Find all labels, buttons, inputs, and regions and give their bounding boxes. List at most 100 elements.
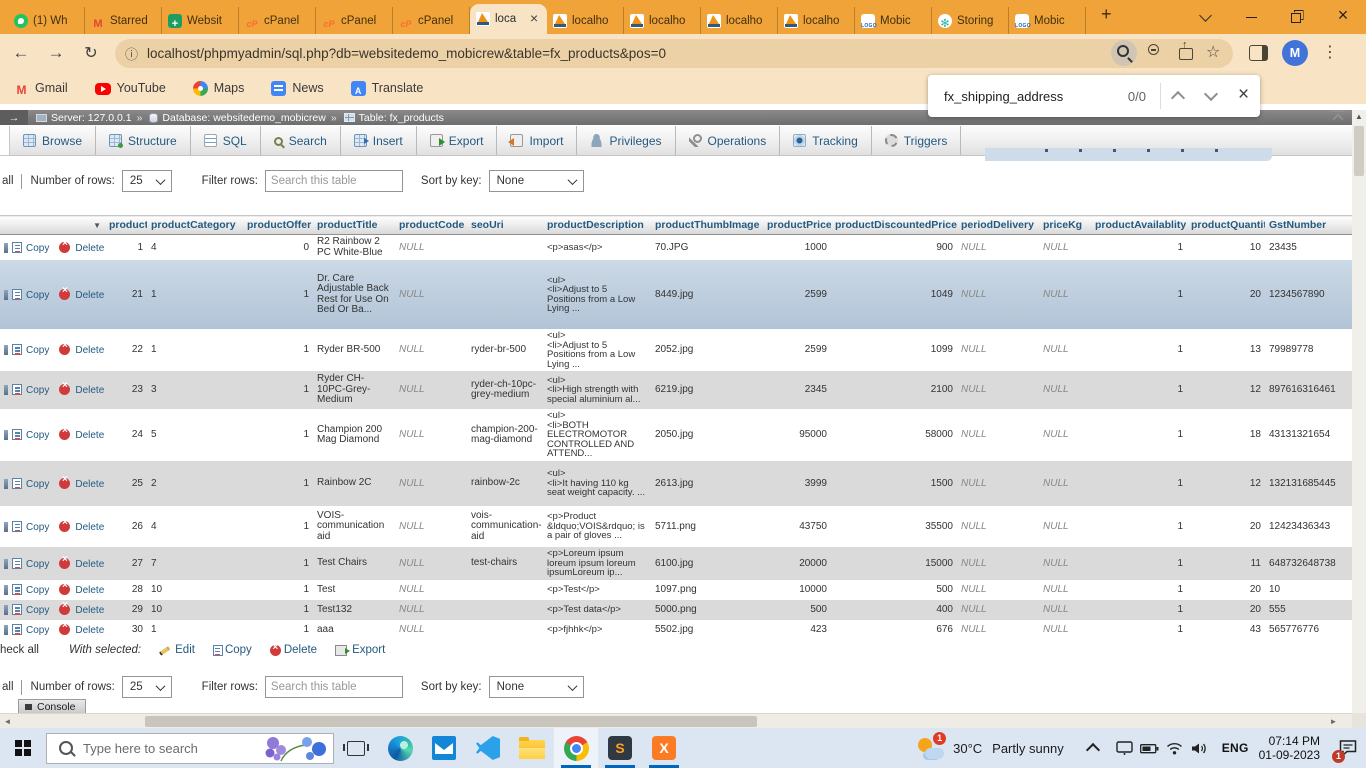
tab-close-icon[interactable] [528, 13, 541, 26]
taskbar-mail[interactable] [422, 728, 466, 768]
reload-button[interactable] [77, 39, 105, 67]
browser-tab[interactable]: localho [624, 7, 701, 34]
restore-button[interactable] [1274, 0, 1320, 34]
taskbar-sublime[interactable] [598, 728, 642, 768]
browser-tab[interactable]: localho [701, 7, 778, 34]
pma-tab-search[interactable]: Search [261, 126, 341, 155]
delete-selected-button[interactable]: Delete [270, 644, 317, 656]
pma-tab-tracking[interactable]: Tracking [780, 126, 872, 155]
filter-input[interactable] [265, 170, 403, 192]
column-header[interactable]: productDiscountedPrice [831, 216, 957, 235]
breadcrumb-server[interactable]: Server: 127.0.0.1 [51, 112, 132, 124]
delete-link[interactable]: Delete [75, 625, 104, 636]
vertical-scroll-thumb[interactable] [1354, 126, 1364, 176]
minimize-button[interactable] [1228, 0, 1274, 34]
pma-tab-privileges[interactable]: Privileges [577, 126, 675, 155]
horizontal-scroll-thumb[interactable] [145, 716, 757, 727]
browser-tab[interactable]: Starred [85, 7, 162, 34]
taskbar-chrome[interactable] [554, 728, 598, 768]
cast-icon[interactable] [1112, 728, 1137, 768]
delete-link[interactable]: Delete [75, 290, 104, 301]
column-header[interactable]: seoUri [467, 216, 543, 235]
copy-link[interactable]: Copy [26, 345, 49, 356]
bookmark-item[interactable]: YouTube [95, 81, 166, 95]
bookmark-item[interactable]: Translate [351, 81, 424, 96]
taskbar-edge[interactable] [378, 728, 422, 768]
volume-icon[interactable] [1187, 728, 1212, 768]
delete-link[interactable]: Delete [75, 243, 104, 254]
pma-tab-sql[interactable]: SQL [191, 126, 261, 155]
tray-expand-icon[interactable] [1086, 742, 1100, 756]
browser-tab[interactable]: cPanel [393, 7, 470, 34]
side-panel-icon[interactable] [1249, 45, 1268, 61]
copy-link[interactable]: Copy [26, 385, 49, 396]
console-tab[interactable]: Console [18, 699, 86, 713]
delete-link[interactable]: Delete [75, 605, 104, 616]
zoom-out-icon[interactable] [1143, 40, 1169, 66]
browser-tab[interactable]: (1) Wh [8, 7, 85, 34]
column-header[interactable]: productCategory [147, 216, 243, 235]
pma-tab-export[interactable]: Export [417, 126, 498, 155]
browser-tab[interactable]: loca [470, 4, 547, 34]
rows-per-page-select[interactable]: 25 [122, 170, 172, 192]
scroll-up-arrow[interactable] [1352, 110, 1366, 124]
browser-tab[interactable]: cPanel [316, 7, 393, 34]
tab-search-icon[interactable] [1182, 0, 1228, 34]
copy-link[interactable]: Copy [26, 559, 49, 570]
browser-tab[interactable]: localho [547, 7, 624, 34]
bookmark-item[interactable]: News [271, 81, 323, 96]
breadcrumb-database[interactable]: Database: websitedemo_mobicrew [162, 112, 325, 124]
column-header[interactable]: productDescription [543, 216, 651, 235]
scroll-to-top-icon[interactable] [1331, 110, 1345, 125]
column-header[interactable]: productPrice [763, 216, 831, 235]
copy-link[interactable]: Copy [26, 522, 49, 533]
copy-link[interactable]: Copy [26, 625, 49, 636]
language-indicator[interactable]: ENG [1222, 741, 1249, 755]
breadcrumb-table[interactable]: Table: fx_products [359, 112, 444, 124]
share-icon[interactable] [1173, 40, 1199, 66]
pma-tab-import[interactable]: Import [497, 126, 577, 155]
scroll-left-arrow[interactable] [1, 715, 14, 728]
taskbar-xampp[interactable] [642, 728, 686, 768]
new-tab-button[interactable] [1094, 3, 1122, 31]
pma-tab-operations[interactable]: Operations [676, 126, 781, 155]
column-header[interactable]: productThumbImage [651, 216, 763, 235]
pma-tab-structure[interactable]: Structure [96, 126, 191, 155]
sort-key-select[interactable]: None [489, 170, 584, 192]
pma-tab-browse[interactable]: Browse [10, 126, 96, 155]
nav-panel-toggle-icon[interactable] [0, 110, 28, 125]
clock[interactable]: 07:14 PM 01-09-2023 [1259, 734, 1320, 762]
url-text[interactable]: localhost/phpmyadmin/sql.php?db=websited… [147, 46, 1107, 61]
find-in-page-bar[interactable]: fx_shipping_address 0/0 [928, 75, 1260, 117]
column-header[interactable]: periodDelivery [957, 216, 1039, 235]
export-selected-button[interactable]: Export [335, 644, 385, 656]
find-query[interactable]: fx_shipping_address [944, 89, 1128, 104]
pma-tab-insert[interactable]: Insert [341, 126, 417, 155]
search-highlight-flowers-image[interactable] [263, 734, 333, 762]
delete-link[interactable]: Delete [75, 585, 104, 596]
delete-link[interactable]: Delete [75, 385, 104, 396]
profile-avatar[interactable]: M [1282, 40, 1308, 66]
taskbar-vscode[interactable] [466, 728, 510, 768]
browser-tab[interactable]: cPanel [239, 7, 316, 34]
edit-selected-button[interactable]: Edit [159, 644, 195, 656]
browser-tab[interactable]: Websit [162, 7, 239, 34]
filter-input[interactable] [265, 676, 403, 698]
notification-center-button[interactable]: 1 [1330, 728, 1366, 768]
column-header[interactable]: productCode [395, 216, 467, 235]
find-in-page-icon[interactable] [1111, 40, 1137, 66]
column-header[interactable]: priceKg [1039, 216, 1091, 235]
sort-key-select[interactable]: None [489, 676, 584, 698]
copy-link[interactable]: Copy [26, 605, 49, 616]
taskbar-explorer[interactable] [510, 728, 554, 768]
battery-icon[interactable] [1137, 728, 1162, 768]
horizontal-scrollbar[interactable] [0, 713, 1352, 729]
address-bar[interactable]: ⓘ localhost/phpmyadmin/sql.php?db=websit… [115, 39, 1233, 68]
delete-link[interactable]: Delete [75, 559, 104, 570]
site-info-icon[interactable]: ⓘ [125, 44, 138, 63]
close-window-button[interactable] [1320, 0, 1366, 34]
find-close-button[interactable] [1227, 79, 1260, 113]
browser-tab[interactable]: Storing [932, 7, 1009, 34]
find-previous-button[interactable] [1161, 79, 1194, 113]
column-header[interactable]: productAvailablity [1091, 216, 1187, 235]
